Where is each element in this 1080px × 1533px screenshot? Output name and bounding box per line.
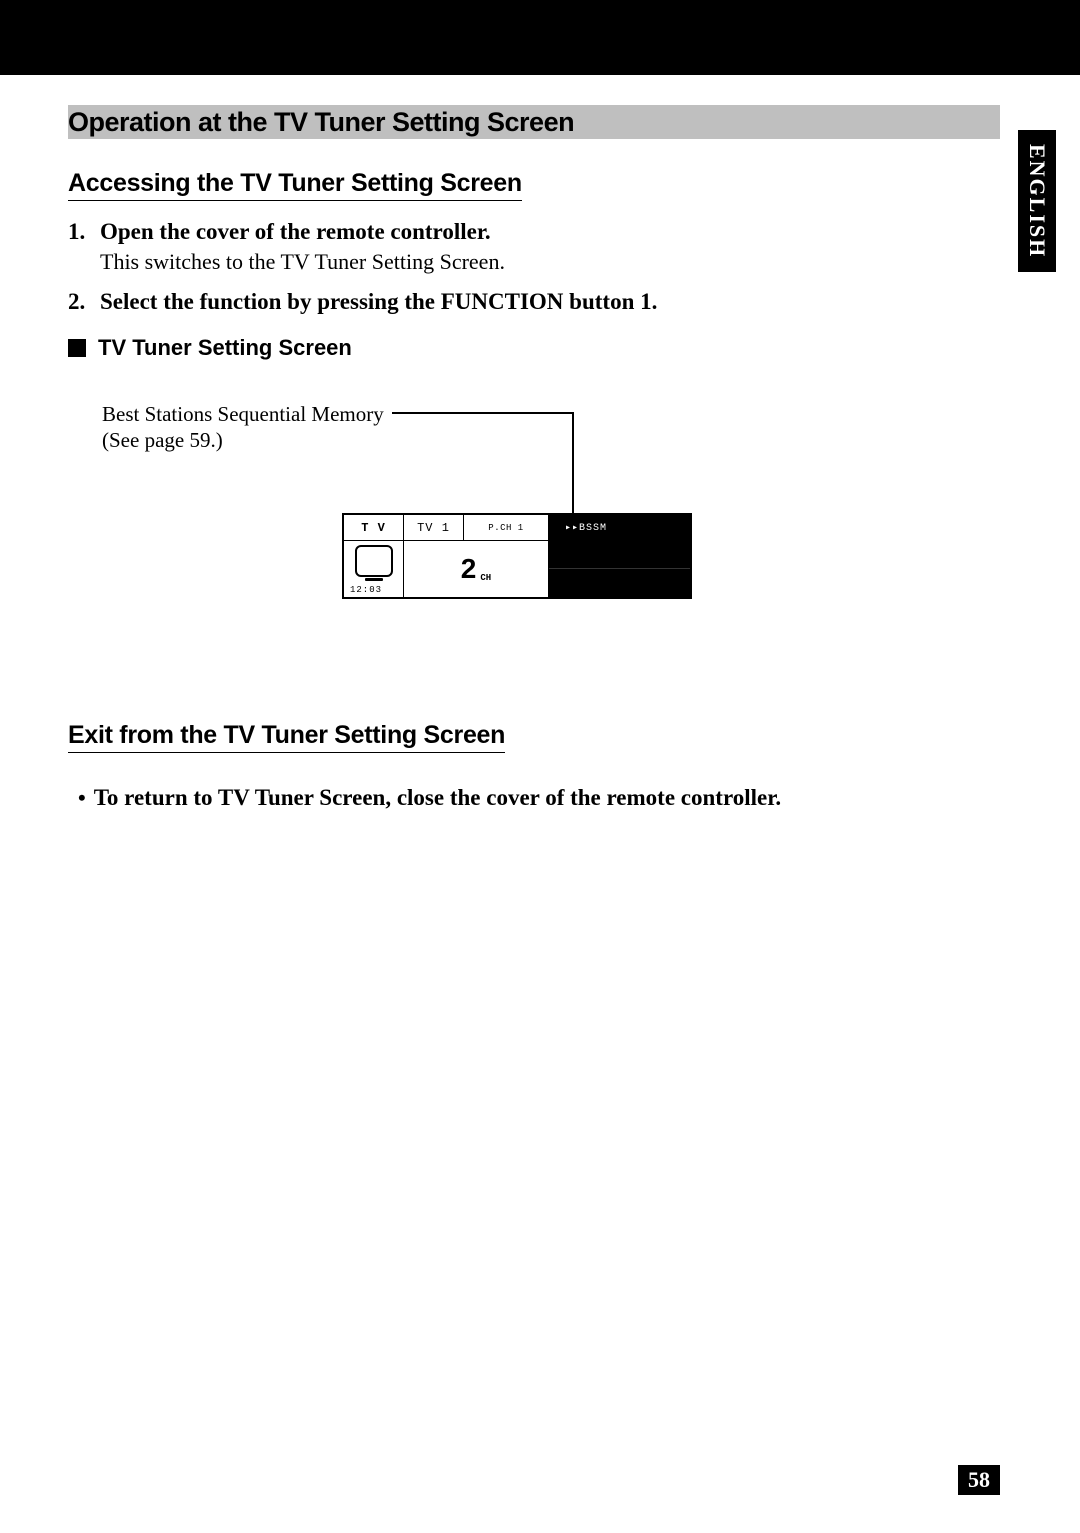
section-title: Operation at the TV Tuner Setting Screen <box>68 107 574 138</box>
screen-tv-icon-cell: 12:03 <box>344 541 404 597</box>
callout-text: Best Stations Sequential Memory (See pag… <box>102 401 384 454</box>
page-number: 58 <box>958 1465 1000 1495</box>
steps-list: 1. Open the cover of the remote controll… <box>68 219 1000 315</box>
step-1: 1. Open the cover of the remote controll… <box>68 219 1000 275</box>
top-black-bar <box>0 0 1080 75</box>
screen-tv-label: T V <box>344 515 404 540</box>
screen-bssm-label: ▸▸BSSM <box>549 515 624 540</box>
section-title-bar: Operation at the TV Tuner Setting Screen <box>68 105 1000 139</box>
screen-pch-label: P.CH 1 <box>464 515 549 540</box>
tv-tuner-heading: TV Tuner Setting Screen <box>68 335 1000 361</box>
exit-bullet-text: To return to TV Tuner Screen, close the … <box>94 785 781 811</box>
step-1-body: This switches to the TV Tuner Setting Sc… <box>100 249 1000 275</box>
bullet-dot-icon: • <box>78 785 86 811</box>
exit-bullet: • To return to TV Tuner Screen, close th… <box>78 785 1000 811</box>
screen-channel-num: 2 <box>461 553 477 585</box>
callout-leader-v <box>572 412 574 516</box>
screen-black-right <box>549 541 690 597</box>
tv-tuner-heading-text: TV Tuner Setting Screen <box>98 335 352 361</box>
screen-time: 12:03 <box>350 585 397 595</box>
page-content: Operation at the TV Tuner Setting Screen… <box>0 75 1080 811</box>
callout-line2: (See page 59.) <box>102 428 223 452</box>
step-2-title: Select the function by pressing the FUNC… <box>100 289 657 314</box>
subheading-exit: Exit from the TV Tuner Setting Screen <box>68 721 505 753</box>
subheading-accessing: Accessing the TV Tuner Setting Screen <box>68 169 522 201</box>
screen-tv1-label: TV 1 <box>404 515 464 540</box>
step-1-title: Open the cover of the remote controller. <box>100 219 491 244</box>
screen-channel-cell: 2 CH <box>404 541 549 597</box>
square-bullet-icon <box>68 339 86 357</box>
step-2-num: 2. <box>68 289 96 315</box>
tv-icon <box>355 545 393 577</box>
step-1-num: 1. <box>68 219 96 245</box>
language-tab: ENGLISH <box>1018 130 1056 272</box>
screen-blank-top <box>624 515 690 540</box>
screen-row-1: T V TV 1 P.CH 1 ▸▸BSSM <box>344 515 690 541</box>
screen-channel-unit: CH <box>480 573 491 583</box>
step-2: 2. Select the function by pressing the F… <box>68 289 1000 315</box>
callout-area: Best Stations Sequential Memory (See pag… <box>102 401 1000 661</box>
tv-tuner-screen-diagram: T V TV 1 P.CH 1 ▸▸BSSM 12:03 2 CH <box>342 513 692 599</box>
screen-row-2: 12:03 2 CH <box>344 541 690 597</box>
callout-line1: Best Stations Sequential Memory <box>102 402 384 426</box>
callout-leader-h <box>392 412 572 414</box>
screen-black-sep <box>549 541 690 569</box>
